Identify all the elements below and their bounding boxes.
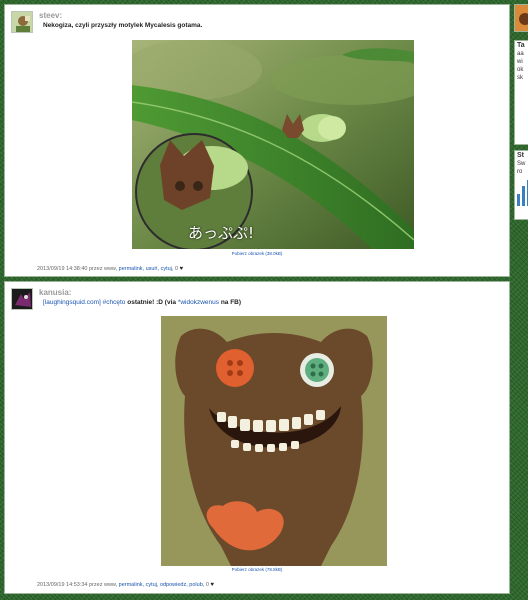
widget-line[interactable]: sk bbox=[515, 74, 528, 82]
likes-count: 0 bbox=[205, 582, 209, 588]
post-image[interactable] bbox=[161, 316, 387, 566]
post-kanusia: kanusia: [laughingsquid.com] #chcęto ost… bbox=[4, 281, 510, 594]
via-user-link[interactable]: *widokzwenus bbox=[178, 299, 219, 306]
heart-icon[interactable]: ♥ bbox=[210, 582, 214, 588]
sidebar-widget-tags: Ta aa wi ok sk bbox=[514, 40, 528, 145]
username[interactable]: kanusia: bbox=[39, 288, 71, 297]
reply-link[interactable]: odpowiedz, bbox=[160, 582, 188, 588]
post-steev: steev: Nekogiza, czyli przyszły motylek … bbox=[4, 4, 510, 277]
avatar-kanusia[interactable] bbox=[11, 288, 33, 310]
via-link[interactable]: www, bbox=[104, 582, 117, 588]
widget-title: Ta bbox=[517, 42, 525, 49]
widget-line[interactable]: aa bbox=[515, 50, 528, 58]
sidebar-widget-stats: St Sw ro bbox=[514, 150, 528, 220]
widget-line: Sw bbox=[517, 161, 526, 167]
source-link[interactable]: [laughingsquid.com] bbox=[43, 299, 101, 306]
quote-link[interactable]: cytuj, bbox=[161, 266, 174, 272]
stats-bar-icon bbox=[517, 180, 528, 206]
quote-link[interactable]: cytuj, bbox=[146, 582, 159, 588]
post-meta: 2013/09/19 14:38:40 przez www, permalink… bbox=[37, 266, 183, 272]
widget-title: St bbox=[517, 152, 524, 159]
post-text-middle: ostatnie! :D (via bbox=[127, 299, 176, 306]
avatar-steev[interactable] bbox=[11, 11, 33, 33]
via-link[interactable]: www, bbox=[104, 266, 117, 272]
image-caption-link[interactable]: Pobierz obrazek (38.0kB) bbox=[5, 251, 509, 256]
timestamp: 2013/09/19 14:38:40 przez bbox=[37, 266, 103, 272]
tag-link[interactable]: #chcęto bbox=[103, 299, 126, 306]
image-caption-link[interactable]: Pobierz obrazek (78.8kB) bbox=[5, 567, 509, 572]
image-overlay-text: あっぷぷ! bbox=[188, 224, 255, 242]
post-text: [laughingsquid.com] #chcęto ostatnie! :D… bbox=[43, 299, 241, 306]
heart-icon[interactable]: ♥ bbox=[180, 266, 184, 272]
likes-count: 0 bbox=[174, 266, 178, 272]
widget-line[interactable]: wi bbox=[515, 58, 528, 66]
post-image[interactable]: あっぷぷ! bbox=[132, 40, 414, 249]
timestamp: 2013/09/19 14:53:34 przez bbox=[37, 582, 103, 588]
sidebar-widget-thumbnail[interactable] bbox=[514, 4, 528, 32]
permalink-link[interactable]: permalink, bbox=[119, 266, 144, 272]
widget-line: ro bbox=[517, 169, 523, 175]
post-text: Nekogiza, czyli przyszły motylek Mycales… bbox=[43, 22, 203, 29]
post-text-end: na FB) bbox=[220, 299, 242, 306]
username[interactable]: steev: bbox=[39, 11, 62, 20]
like-link[interactable]: polub, bbox=[189, 582, 204, 588]
permalink-link[interactable]: permalink, bbox=[119, 582, 144, 588]
post-meta: 2013/09/19 14:53:34 przez www, permalink… bbox=[37, 582, 214, 588]
widget-line[interactable]: ok bbox=[515, 66, 528, 74]
delete-link[interactable]: usuń, bbox=[146, 266, 159, 272]
